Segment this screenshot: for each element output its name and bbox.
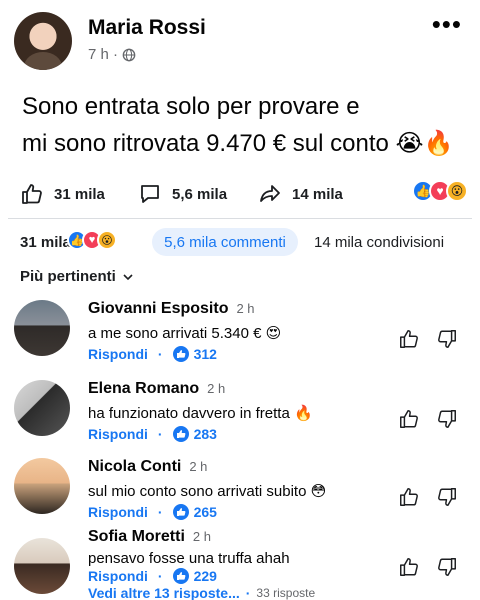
comments-count: 5,6 mila xyxy=(172,185,228,203)
commenter-name[interactable]: Nicola Conti xyxy=(88,458,181,476)
comment-header: Giovanni Esposito 2 h xyxy=(88,300,255,318)
thumbs-up-icon[interactable] xyxy=(398,328,420,350)
comment-like-count[interactable]: 312 xyxy=(172,346,217,362)
replies-count: 33 risposte xyxy=(256,586,316,600)
comment-item: Elena Romano 2 h ha funzionato davvero i… xyxy=(0,380,480,450)
commenter-avatar[interactable] xyxy=(14,300,70,356)
commenter-name[interactable]: Giovanni Esposito xyxy=(88,300,228,318)
comment-text: pensavo fosse una truffa ahah xyxy=(88,550,290,567)
action-stats-row: 31 mila 5,6 mila 14 mila 👍 ♥ 😮 xyxy=(0,174,480,214)
thumbs-up-icon[interactable] xyxy=(398,556,420,578)
comment-actions: Rispondi · 312 xyxy=(88,346,217,362)
chevron-down-icon xyxy=(123,273,133,280)
reply-button[interactable]: Rispondi xyxy=(88,568,148,584)
post-text-line-1: Sono entrata solo per provare e xyxy=(22,93,360,120)
vote-buttons xyxy=(398,556,458,578)
divider xyxy=(8,218,472,219)
comment-actions: Rispondi · 229 xyxy=(88,568,217,584)
vote-buttons xyxy=(398,486,458,508)
comments-tab[interactable]: 5,6 mila commenti xyxy=(152,228,298,256)
comment-time: 2 h xyxy=(236,301,255,316)
post-meta: 7 h · xyxy=(88,46,136,63)
reply-button[interactable]: Rispondi xyxy=(88,504,148,520)
commenter-avatar[interactable] xyxy=(14,458,70,514)
globe-icon xyxy=(122,48,136,61)
commenter-name[interactable]: Elena Romano xyxy=(88,380,199,398)
likes-count: 31 mila xyxy=(54,185,105,203)
separator-dot: · xyxy=(157,568,163,584)
commenter-name[interactable]: Sofia Moretti xyxy=(88,528,185,546)
comment-bubble-icon xyxy=(141,185,159,203)
comment-item: Nicola Conti 2 h sul mio conto sono arri… xyxy=(0,458,480,528)
thumbs-up-icon xyxy=(22,184,42,204)
post-text-line-2: mi sono ritrovata 9.470 € sul conto 😭🔥 xyxy=(22,130,454,157)
like-count-value: 312 xyxy=(193,346,217,362)
like-badge-icon xyxy=(172,346,189,362)
comment-item: Sofia Moretti 2 h pensavo fosse una truf… xyxy=(0,528,480,594)
author-name[interactable]: Maria Rossi xyxy=(88,16,206,40)
commenter-avatar[interactable] xyxy=(14,380,70,436)
thumbs-up-icon[interactable] xyxy=(398,486,420,508)
engagement-summary: 31 mila 👍 ♥ 😮 5,6 mila commenti 14 mila … xyxy=(0,226,480,258)
thumbs-down-icon[interactable] xyxy=(436,328,458,350)
reaction-icons[interactable]: 👍 ♥ 😮 xyxy=(412,180,468,202)
reactions-summary-count[interactable]: 31 mila xyxy=(20,234,71,251)
share-action-button[interactable]: 14 mila xyxy=(258,182,343,206)
like-badge-icon xyxy=(172,426,189,442)
separator-dot: · xyxy=(157,504,163,520)
like-badge-icon xyxy=(172,568,189,584)
comment-like-count[interactable]: 265 xyxy=(172,504,217,520)
comment-text: a me sono arrivati 5.340 € 😍 xyxy=(88,325,282,342)
comment-item: Giovanni Esposito 2 h a me sono arrivati… xyxy=(0,300,480,370)
shares-summary[interactable]: 14 mila condivisioni xyxy=(314,234,444,251)
like-count-value: 229 xyxy=(193,568,217,584)
post-header: Maria Rossi 7 h · ••• xyxy=(0,0,480,80)
comment-time: 2 h xyxy=(189,459,208,474)
comment-text: ha funzionato davvero in fretta 🔥 xyxy=(88,405,313,422)
more-options-button[interactable]: ••• xyxy=(432,11,462,37)
reply-button[interactable]: Rispondi xyxy=(88,346,148,362)
commenter-avatar[interactable] xyxy=(14,538,70,594)
vote-buttons xyxy=(398,408,458,430)
like-count-value: 283 xyxy=(193,426,217,442)
like-count-value: 265 xyxy=(193,504,217,520)
thumbs-down-icon[interactable] xyxy=(436,556,458,578)
comment-header: Elena Romano 2 h xyxy=(88,380,225,398)
comment-sort-dropdown[interactable]: Più pertinenti xyxy=(20,268,134,285)
comment-text: sul mio conto sono arrivati subito 😳 xyxy=(88,483,327,500)
comment-like-count[interactable]: 283 xyxy=(172,426,217,442)
like-badge-icon xyxy=(172,504,189,520)
summary-reaction-icons[interactable]: 👍 ♥ 😮 xyxy=(67,230,117,250)
comment-header: Sofia Moretti 2 h xyxy=(88,528,211,546)
thumbs-down-icon[interactable] xyxy=(436,486,458,508)
comment-actions: Rispondi · 265 xyxy=(88,504,217,520)
comment-header: Nicola Conti 2 h xyxy=(88,458,207,476)
comment-time: 2 h xyxy=(192,529,211,544)
sort-label: Più pertinenti xyxy=(20,268,116,285)
comment-time: 2 h xyxy=(207,381,226,396)
share-arrow-icon xyxy=(260,185,280,202)
thumbs-down-icon[interactable] xyxy=(436,408,458,430)
thumbs-up-icon[interactable] xyxy=(398,408,420,430)
separator-dot: · xyxy=(157,346,163,362)
view-more-replies-link[interactable]: Vedi altre 13 risposte... xyxy=(88,585,240,600)
vote-buttons xyxy=(398,328,458,350)
author-avatar[interactable] xyxy=(14,12,72,70)
comment-actions: Rispondi · 283 xyxy=(88,426,217,442)
more-replies-row: Vedi altre 13 risposte... · 33 risposte xyxy=(88,585,315,600)
separator-dot: · xyxy=(245,585,251,600)
wow-icon: 😮 xyxy=(97,230,117,250)
shares-count: 14 mila xyxy=(292,185,343,203)
like-action-button[interactable]: 31 mila xyxy=(20,182,105,206)
comment-like-count[interactable]: 229 xyxy=(172,568,217,584)
post-time[interactable]: 7 h · xyxy=(88,46,118,63)
comment-action-button[interactable]: 5,6 mila xyxy=(138,182,227,206)
reply-button[interactable]: Rispondi xyxy=(88,426,148,442)
wow-icon: 😮 xyxy=(446,180,468,202)
post-text: Sono entrata solo per provare e mi sono … xyxy=(22,88,462,162)
separator-dot: · xyxy=(157,426,163,442)
